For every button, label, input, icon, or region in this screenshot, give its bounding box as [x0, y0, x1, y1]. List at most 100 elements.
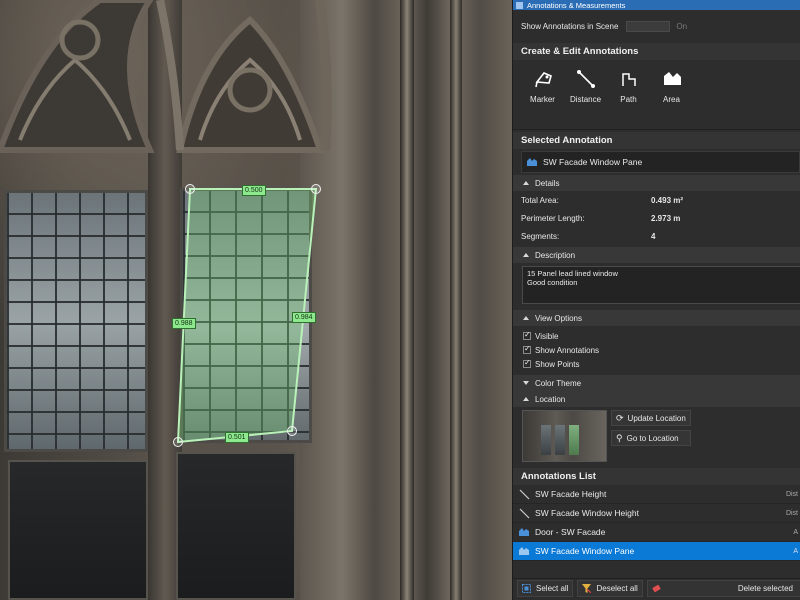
collapse-up-icon: [523, 253, 529, 257]
list-item-label: SW Facade Window Height: [535, 508, 639, 518]
select-all-icon: [522, 584, 531, 593]
list-item-type: Dist: [785, 509, 798, 517]
go-to-location-label: Go to Location: [626, 433, 679, 443]
description-heading-label: Description: [535, 250, 576, 260]
distance-tool-label: Distance: [569, 95, 602, 104]
path-icon: [621, 73, 636, 86]
description-heading[interactable]: Description: [513, 247, 800, 263]
deselect-filter-icon: [582, 584, 592, 593]
distance-icon: [518, 488, 530, 500]
panel-app-icon: [516, 1, 523, 9]
show-annotations-row: Show Annotations in Scene On: [513, 10, 800, 43]
show-annotations-toggle[interactable]: [626, 21, 671, 32]
expand-down-icon: [523, 381, 529, 385]
annotations-list: SW Facade Height Dist SW Facade Window H…: [513, 485, 800, 561]
show-points-checkbox-row[interactable]: Show Points: [513, 357, 800, 371]
total-area-row: Total Area: 0.493 m²: [513, 191, 800, 209]
create-annotations-heading: Create & Edit Annotations: [513, 43, 800, 60]
description-textarea[interactable]: 15 Panel lead lined window Good conditio…: [522, 266, 800, 304]
marker-tool-label: Marker: [530, 95, 555, 104]
list-item-label: Door - SW Facade: [535, 527, 606, 537]
refresh-icon: ⟳: [616, 412, 624, 423]
area-icon: [518, 526, 530, 538]
list-item-selected[interactable]: SW Facade Window Pane A: [513, 542, 800, 561]
location-pin-icon: ⚲: [616, 432, 623, 443]
distance-icon: [576, 70, 595, 88]
list-item[interactable]: SW Facade Window Height Dist: [513, 504, 800, 523]
panel-footer: Select all Deselect all Delete selected: [513, 578, 800, 598]
measurement-label-top: 0.500: [242, 185, 266, 196]
show-points-checkbox[interactable]: [523, 358, 531, 368]
show-points-label: Show Points: [535, 359, 580, 369]
list-item-type: A: [793, 528, 798, 536]
show-annotations-state: On: [676, 22, 688, 31]
show-annotations-check-label: Show Annotations: [535, 345, 600, 355]
perimeter-value: 2.973 m: [651, 213, 681, 223]
annotation-point[interactable]: [311, 184, 321, 194]
selected-annotation-heading: Selected Annotation: [513, 132, 800, 149]
list-item-label: SW Facade Height: [535, 489, 607, 499]
total-area-value: 0.493 m²: [651, 195, 684, 205]
visible-checkbox-row[interactable]: Visible: [513, 329, 800, 343]
update-location-button[interactable]: ⟳ Update Location: [611, 410, 691, 426]
update-location-label: Update Location: [627, 413, 686, 423]
path-tool-label: Path: [620, 95, 637, 104]
selected-annotation-label: SW Facade Window Pane: [543, 157, 643, 167]
deselect-all-button[interactable]: Deselect all: [577, 580, 643, 597]
location-buttons: ⟳ Update Location ⚲ Go to Location: [611, 410, 691, 463]
view-options-heading-label: View Options: [535, 313, 582, 323]
list-item-type: Dist: [785, 490, 798, 498]
show-annotations-checkbox-row[interactable]: Show Annotations: [513, 343, 800, 357]
list-item[interactable]: SW Facade Height Dist: [513, 485, 800, 504]
perimeter-label: Perimeter Length:: [521, 213, 585, 223]
measurement-label-left: 0.988: [172, 318, 196, 329]
distance-icon: [518, 507, 530, 519]
panel-titlebar: Annotations & Measurements: [513, 0, 800, 10]
path-tool-button[interactable]: Path: [607, 68, 650, 129]
area-tool-label: Area: [663, 95, 680, 104]
distance-tool-button[interactable]: Distance: [564, 68, 607, 129]
select-all-button[interactable]: Select all: [517, 580, 574, 597]
location-heading-label: Location: [535, 394, 566, 404]
show-annotations-checkbox[interactable]: [523, 344, 531, 354]
annotation-point[interactable]: [287, 426, 297, 436]
segments-value: 4: [651, 231, 656, 241]
annotations-panel: Annotations & Measurements Show Annotati…: [512, 0, 800, 600]
list-item[interactable]: Door - SW Facade A: [513, 523, 800, 542]
collapse-up-icon: [523, 316, 529, 320]
total-area-label: Total Area:: [521, 195, 559, 205]
color-theme-heading[interactable]: Color Theme: [513, 375, 800, 391]
eraser-icon: [652, 584, 661, 593]
area-icon: [663, 72, 681, 85]
go-to-location-button[interactable]: ⚲ Go to Location: [611, 430, 691, 446]
view-options-heading[interactable]: View Options: [513, 310, 800, 326]
details-heading-label: Details: [535, 178, 560, 188]
selected-annotation-name[interactable]: SW Facade Window Pane: [521, 151, 800, 173]
area-tool-button[interactable]: Area: [650, 68, 693, 129]
deselect-all-label: Deselect all: [596, 584, 638, 593]
list-item-type: A: [793, 547, 798, 555]
delete-selected-button[interactable]: Delete selected: [646, 580, 800, 597]
visible-checkbox[interactable]: [523, 330, 531, 340]
collapse-up-icon: [523, 397, 529, 401]
location-thumbnail: [522, 410, 607, 462]
panel-title: Annotations & Measurements: [527, 0, 626, 10]
location-heading[interactable]: Location: [513, 391, 800, 407]
location-area: ⟳ Update Location ⚲ Go to Location: [513, 407, 800, 463]
marker-tool-button[interactable]: Marker: [521, 68, 564, 129]
marker-icon: [534, 72, 552, 88]
annotation-tools: Marker Distance Path Area: [513, 60, 800, 130]
delete-selected-label: Delete selected: [737, 584, 793, 593]
area-annotation-overlay[interactable]: [0, 0, 512, 600]
area-icon: [527, 158, 537, 166]
area-icon: [518, 545, 530, 557]
details-heading[interactable]: Details: [513, 175, 800, 191]
annotation-point[interactable]: [185, 184, 195, 194]
3d-viewport[interactable]: 0.500 0.988 0.984 0.501: [0, 0, 512, 600]
perimeter-row: Perimeter Length: 2.973 m: [513, 209, 800, 227]
annotation-point[interactable]: [173, 437, 183, 447]
segments-row: Segments: 4: [513, 227, 800, 245]
visible-label: Visible: [535, 331, 559, 341]
select-all-label: Select all: [536, 584, 569, 593]
segments-label: Segments:: [521, 231, 560, 241]
